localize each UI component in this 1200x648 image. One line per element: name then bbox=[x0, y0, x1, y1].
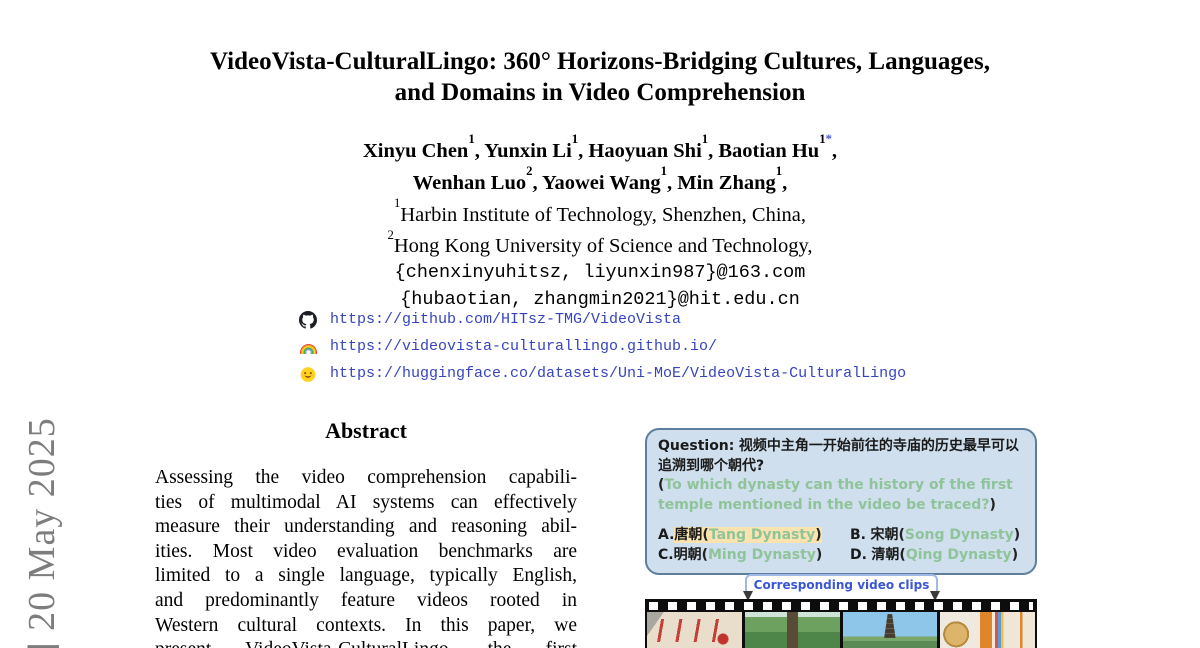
resource-links: https://github.com/HITsz-TMG/VideoVista … bbox=[299, 306, 906, 387]
video-clips-bracket: Corresponding video clips bbox=[745, 574, 938, 592]
rainbow-icon bbox=[299, 338, 317, 356]
author-line-2: Wenhan Luo2, Yaowei Wang1, Min Zhang1, bbox=[0, 164, 1200, 196]
author: Haoyuan Shi1, bbox=[588, 140, 718, 162]
affiliation-2: 2Hong Kong University of Science and Tec… bbox=[0, 227, 1200, 259]
question-label: Question: bbox=[658, 438, 734, 454]
github-link-row: https://github.com/HITsz-TMG/VideoVista bbox=[299, 306, 906, 333]
answer-options: A.唐朝(Tang Dynasty) B. 宋朝(Song Dynasty) C… bbox=[658, 526, 1024, 565]
film-frames bbox=[645, 612, 1037, 648]
clips-label: Corresponding video clips bbox=[754, 578, 930, 593]
option-c: C.明朝(Ming Dynasty) bbox=[658, 546, 850, 566]
video-frame-calligraphy bbox=[647, 612, 742, 648]
option-row-1: A.唐朝(Tang Dynasty) B. 宋朝(Song Dynasty) bbox=[658, 526, 1024, 546]
film-strip bbox=[645, 599, 1037, 648]
affiliation-1: 1Harbin Institute of Technology, Shenzhe… bbox=[0, 196, 1200, 228]
email-line-1: {chenxinyuhitsz, liyunxin987}@163.com bbox=[0, 259, 1200, 286]
option-a: A.唐朝(Tang Dynasty) bbox=[658, 526, 850, 546]
arxiv-sidebar-date: ] 20 May 2025 bbox=[20, 417, 64, 648]
highlighted-answer: 唐朝(Tang Dynasty) bbox=[674, 527, 821, 543]
github-link[interactable]: https://github.com/HITsz-TMG/VideoVista bbox=[330, 311, 681, 328]
author: Baotian Hu1*, bbox=[718, 140, 837, 162]
question-translation: (To which dynasty can the history of the… bbox=[658, 476, 1024, 515]
abstract-line: and predominantly feature videos rooted … bbox=[155, 589, 577, 614]
author-line-1: Xinyu Chen1, Yunxin Li1, Haoyuan Shi1, B… bbox=[0, 132, 1200, 164]
paper-title-line1: VideoVista-CulturalLingo: 360° Horizons-… bbox=[0, 46, 1200, 77]
abstract-line: measure their understanding and reasonin… bbox=[155, 515, 577, 540]
paper-page: ] 20 May 2025 VideoVista-CulturalLingo: … bbox=[0, 0, 1200, 648]
project-link-row: https://videovista-culturallingo.github.… bbox=[299, 333, 906, 360]
abstract-line: ities. Most video evaluation benchmarks … bbox=[155, 540, 577, 565]
abstract-body: Assessing the video comprehension capabi… bbox=[155, 466, 577, 648]
abstract-line-partial: present VideoVista-CulturalLingo, the fi… bbox=[155, 638, 577, 648]
author: Yaowei Wang1, bbox=[542, 172, 677, 194]
dataset-link-row: https://huggingface.co/datasets/Uni-MoE/… bbox=[299, 360, 906, 387]
film-sprockets bbox=[645, 599, 1037, 612]
abstract-line: Western cultural contexts. In this paper… bbox=[155, 614, 577, 639]
abstract-line: Assessing the video comprehension capabi… bbox=[155, 466, 577, 491]
abstract-line: ties of multimodal AI systems can effect… bbox=[155, 491, 577, 516]
paper-title: VideoVista-CulturalLingo: 360° Horizons-… bbox=[0, 46, 1200, 108]
project-page-link[interactable]: https://videovista-culturallingo.github.… bbox=[330, 338, 717, 355]
author: Min Zhang1, bbox=[677, 172, 787, 194]
video-frame-trees bbox=[745, 612, 840, 648]
video-frame-bookshelf bbox=[940, 612, 1035, 648]
question-text: Question: 视频中主角一开始前往的寺庙的历史最早可以追溯到哪个朝代? bbox=[658, 437, 1024, 476]
dataset-link[interactable]: https://huggingface.co/datasets/Uni-MoE/… bbox=[330, 365, 906, 382]
abstract-line: limited to a single language, typically … bbox=[155, 564, 577, 589]
abstract-heading: Abstract bbox=[155, 418, 577, 444]
question-box: Question: 视频中主角一开始前往的寺庙的历史最早可以追溯到哪个朝代? (… bbox=[645, 428, 1037, 575]
corresponding-author-asterisk: * bbox=[826, 132, 832, 146]
arxiv-category-bracket: ] bbox=[21, 641, 63, 648]
author: Xinyu Chen1, bbox=[363, 140, 484, 162]
github-icon bbox=[299, 311, 317, 329]
option-row-2: C.明朝(Ming Dynasty) D. 清朝(Qing Dynasty) bbox=[658, 546, 1024, 566]
author: Wenhan Luo2, bbox=[413, 172, 542, 194]
authors-block: Xinyu Chen1, Yunxin Li1, Haoyuan Shi1, B… bbox=[0, 132, 1200, 313]
option-d: D. 清朝(Qing Dynasty) bbox=[850, 546, 1018, 566]
arxiv-date: 20 May 2025 bbox=[21, 417, 63, 631]
video-frame-pagoda bbox=[843, 612, 938, 648]
option-b: B. 宋朝(Song Dynasty) bbox=[850, 526, 1020, 546]
author: Yunxin Li1, bbox=[484, 140, 588, 162]
paper-title-line2: and Domains in Video Comprehension bbox=[0, 77, 1200, 108]
huggingface-icon bbox=[299, 365, 317, 383]
